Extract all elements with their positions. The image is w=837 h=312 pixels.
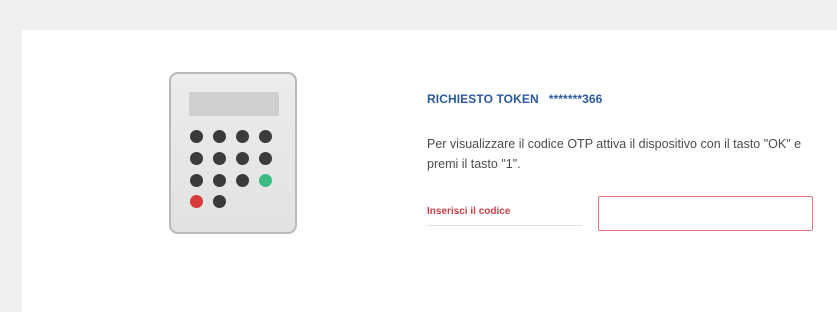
otp-code-input[interactable] [598,196,813,231]
token-key [259,152,272,165]
token-key [236,174,249,187]
token-serial: *******366 [548,92,603,106]
token-device-screen [189,92,279,116]
token-key [236,152,249,165]
token-cancel-key [190,195,203,208]
token-title: RICHIESTO TOKEN [427,92,539,106]
token-key [213,152,226,165]
token-key [236,130,249,143]
token-key [190,152,203,165]
token-keypad-icon [169,72,297,234]
token-key [190,174,203,187]
token-key [190,130,203,143]
token-key [213,195,226,208]
token-key [259,130,272,143]
token-request-card: RICHIESTO TOKEN *******366 Per visualizza… [22,30,837,312]
token-ok-key [259,174,272,187]
token-instructions: Per visualizzare il codice OTP attiva il… [427,137,802,171]
token-key [213,130,226,143]
code-field-label: Inserisci il codice [427,206,582,226]
token-key [213,174,226,187]
token-title-row: RICHIESTO TOKEN *******366 [427,92,602,106]
